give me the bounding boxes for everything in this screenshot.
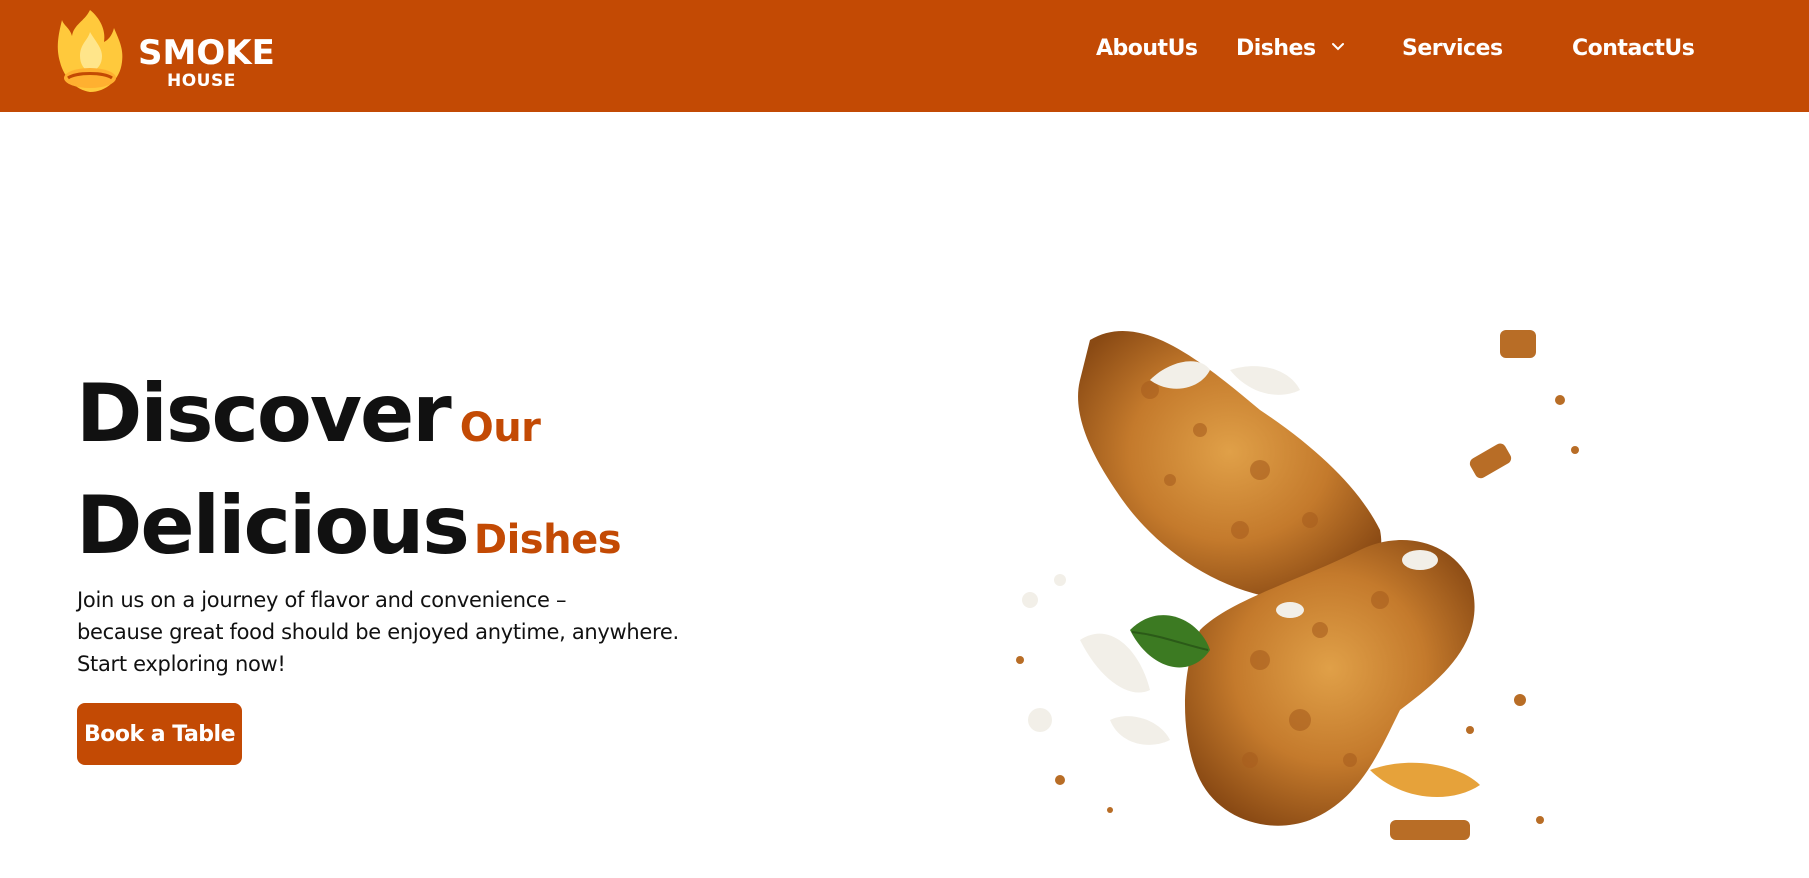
navbar: SMOKE HOUSE AboutUs Dishes Services Cont… [0,0,1809,112]
book-a-table-button[interactable]: Book a Table [77,703,242,765]
logo-wordmark: SMOKE [138,33,275,73]
hero-title-accent-2: Dishes [473,517,622,563]
nav-contact-us[interactable]: ContactUs [1572,36,1695,61]
hero-title-accent-1: Our [459,405,541,451]
fried-chicken-image [1016,330,1579,840]
hero-title-line-1: Discover Our [76,367,541,460]
chevron-down-icon [1331,42,1344,50]
hero-description-line-1: Join us on a journey of flavor and conve… [77,588,567,612]
nav-dishes[interactable]: Dishes [1236,36,1344,61]
nav-services[interactable]: Services [1402,36,1503,61]
nav-dishes-label: Dishes [1236,36,1316,61]
nav-about-us[interactable]: AboutUs [1096,36,1198,61]
hero-description-line-3: Start exploring now! [77,652,286,676]
hero-title-line-2: Delicious Dishes [76,479,622,572]
logo[interactable]: SMOKE HOUSE [54,6,275,98]
hero-title-word-2: Delicious [76,479,470,572]
hero-title-word-1: Discover [76,367,452,460]
logo-subtitle: HOUSE [167,71,236,91]
flame-logo-icon [57,10,123,92]
hero-description-line-2: because great food should be enjoyed any… [77,620,679,644]
hero-description: Join us on a journey of flavor and conve… [77,584,697,680]
